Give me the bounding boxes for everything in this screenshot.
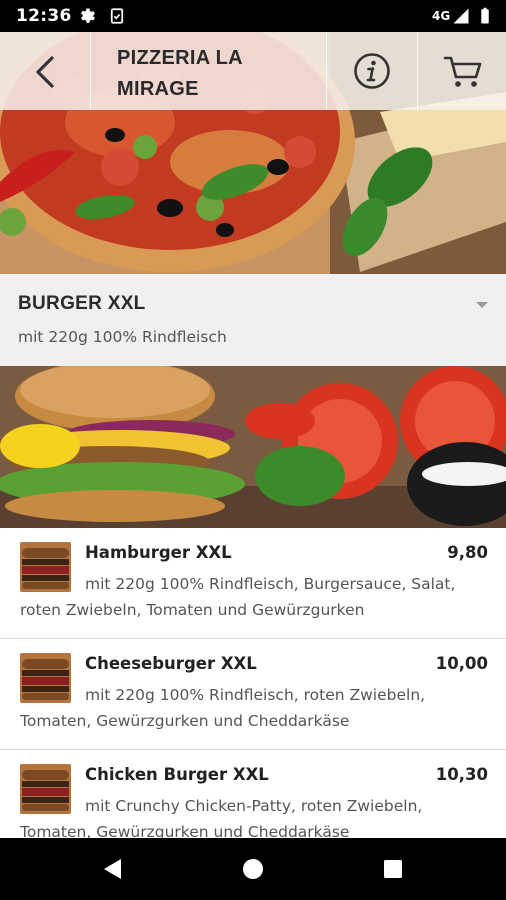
network-type: 4G: [432, 9, 451, 23]
chevron-left-icon: [36, 56, 54, 88]
app-bar-divider: [90, 32, 91, 110]
menu-item-description: mit 220g 100% Rindfleisch, Burgersauce, …: [20, 575, 456, 619]
menu-item-price: 9,80: [447, 543, 488, 562]
category-name: BURGER XXL: [18, 293, 146, 314]
menu-item-price: 10,30: [435, 765, 488, 784]
info-icon: [354, 53, 390, 89]
menu-item-name: Cheeseburger XXL: [85, 654, 257, 673]
gear-icon: [81, 8, 95, 23]
menu-item-description: mit 220g 100% Rindfleisch, roten Zwiebel…: [20, 686, 426, 730]
menu-item-name: Hamburger XXL: [85, 543, 232, 562]
home-circle-icon[interactable]: [238, 854, 268, 884]
cart-button[interactable]: [418, 32, 506, 110]
info-button[interactable]: [327, 32, 417, 110]
menu-item[interactable]: Hamburger XXL 9,80 mit 220g 100% Rindfle…: [0, 528, 506, 639]
system-nav-bar: [0, 838, 506, 900]
status-bar: 12:36 4G: [0, 0, 506, 32]
back-button[interactable]: [0, 32, 90, 110]
app-bar: PIZZERIA LA MIRAGE: [0, 32, 506, 110]
burger-banner-image: [0, 366, 506, 528]
menu-item-price: 10,00: [435, 654, 488, 673]
status-time: 12:36: [16, 6, 72, 26]
restaurant-title: PIZZERIA LA MIRAGE: [117, 47, 243, 100]
cart-icon: [443, 56, 482, 87]
menu-item-name: Chicken Burger XXL: [85, 765, 269, 784]
clipboard-icon: [110, 8, 124, 24]
recents-square-icon[interactable]: [378, 854, 408, 884]
signal-icon: [453, 8, 469, 24]
caret-down-icon[interactable]: [476, 302, 488, 310]
menu-item[interactable]: Cheeseburger XXL 10,00 mit 220g 100% Rin…: [0, 639, 506, 750]
back-triangle-icon[interactable]: [98, 854, 128, 884]
battery-icon: [481, 7, 489, 24]
category-description: mit 220g 100% Rindfleisch: [18, 328, 227, 346]
category-header[interactable]: BURGER XXL mit 220g 100% Rindfleisch: [0, 274, 506, 366]
